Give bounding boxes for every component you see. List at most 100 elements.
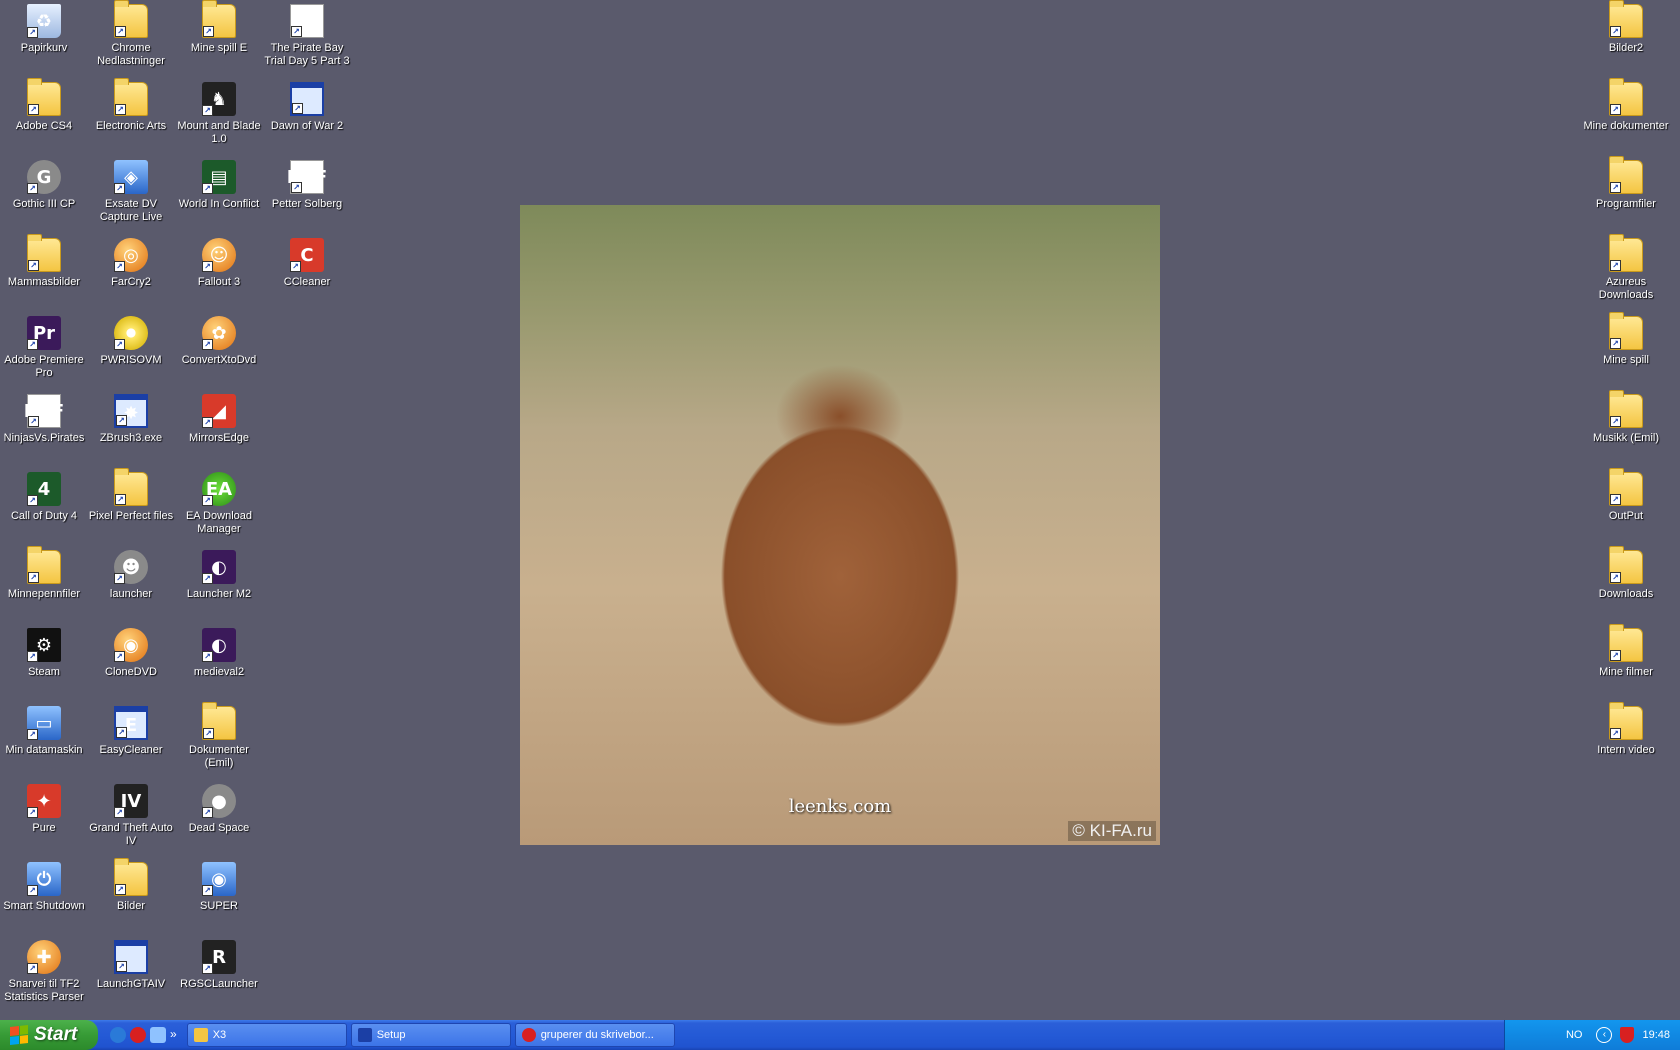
desktop-icon-mine-dokumenter[interactable]: ↗ Mine dokumenter <box>1582 78 1670 154</box>
taskbar-button-x3[interactable]: X3 <box>186 1023 347 1047</box>
desktop-icon-mirrorsedge[interactable]: ◢ ↗ MirrorsEdge <box>175 390 263 466</box>
desktop-icon-convertxtodvd[interactable]: ✿ ↗ ConvertXtoDvd <box>175 312 263 388</box>
taskbar-button-setup[interactable]: Setup <box>350 1023 511 1047</box>
desktop-icon-adobe-premiere-pro[interactable]: Pr ↗ Adobe Premiere Pro <box>0 312 88 388</box>
desktop-icon-dead-space[interactable]: ● ↗ Dead Space <box>175 780 263 856</box>
desktop-icon-label: CCleaner <box>283 276 331 288</box>
desktop-icon-min-datamaskin[interactable]: ▭ ↗ Min datamaskin <box>0 702 88 778</box>
ie-icon[interactable] <box>110 1027 126 1043</box>
adobe-premiere-pro-icon: Pr ↗ <box>27 316 61 350</box>
folder-icon: ↗ <box>1609 390 1643 428</box>
desktop-icon-rgsclauncher[interactable]: R ↗ RGSCLauncher <box>175 936 263 1012</box>
shortcut-arrow-icon: ↗ <box>27 27 38 38</box>
desktop-icon-clonedvd[interactable]: ◉ ↗ CloneDVD <box>87 624 175 700</box>
folder-icon: ↗ <box>1609 624 1643 662</box>
desktop-icon-zbrush3-exe[interactable]: ✸ ↗ ZBrush3.exe <box>87 390 175 466</box>
desktop-icon-launchgtaiv[interactable]: ↗ LaunchGTAIV <box>87 936 175 1012</box>
taskbar: Start » X3 Setup gruperer du skrivebor..… <box>0 1020 1680 1050</box>
desktop-icon-petter-solberg[interactable]: PDF ↗ Petter Solberg <box>263 156 351 232</box>
desktop-icon-label: Mammasbilder <box>7 276 81 288</box>
desktop-icon-dokumenter-emil[interactable]: ↗ Dokumenter (Emil) <box>175 702 263 778</box>
clock[interactable]: 19:48 <box>1642 1029 1670 1041</box>
desktop-icon-mammasbilder[interactable]: ↗ Mammasbilder <box>0 234 88 310</box>
start-button[interactable]: Start <box>0 1020 98 1050</box>
desktop-icon-grand-theft-auto-iv[interactable]: IV ↗ Grand Theft Auto IV <box>87 780 175 856</box>
desktop-icon-label: Mine spill E <box>190 42 248 54</box>
desktop-icon-chrome-nedlastninger[interactable]: ↗ Chrome Nedlastninger <box>87 0 175 76</box>
show-desktop-icon[interactable] <box>150 1027 166 1043</box>
windows-logo-icon <box>10 1025 28 1045</box>
clonedvd-icon: ◉ ↗ <box>114 628 148 662</box>
dead-space-icon: ● ↗ <box>202 784 236 818</box>
desktop-icon-super[interactable]: ◉ ↗ SUPER <box>175 858 263 934</box>
desktop-icon-label: Downloads <box>1598 588 1654 600</box>
desktop-icon-label: Grand Theft Auto IV <box>89 822 173 847</box>
desktop: ♻ ↗ Papirkurv ↗ Adobe CS4 G ↗ Gothic III CP ↗ Mam… <box>0 0 1680 1020</box>
folder-icon: ↗ <box>27 78 61 116</box>
desktop-icon-minnepennfiler[interactable]: ↗ Minnepennfiler <box>0 546 88 622</box>
desktop-icon-pure[interactable]: ✦ ↗ Pure <box>0 780 88 856</box>
wallpaper-site-text: leenks.com <box>788 796 892 817</box>
desktop-icon-mine-spill-e[interactable]: ↗ Mine spill E <box>175 0 263 76</box>
taskbar-button-opera[interactable]: gruperer du skrivebor... <box>514 1023 675 1047</box>
desktop-icon-farcry2[interactable]: ◎ ↗ FarCry2 <box>87 234 175 310</box>
desktop-icon-ea-download-manager[interactable]: EA ↗ EA Download Manager <box>175 468 263 544</box>
shortcut-arrow-icon: ↗ <box>27 495 38 506</box>
desktop-icon-mount-and-blade-1-0[interactable]: ♞ ↗ Mount and Blade 1.0 <box>175 78 263 154</box>
desktop-icon-output[interactable]: ↗ OutPut <box>1582 468 1670 544</box>
desktop-icon-fallout-3[interactable]: ☺ ↗ Fallout 3 <box>175 234 263 310</box>
desktop-icon-world-in-conflict[interactable]: ▤ ↗ World In Conflict <box>175 156 263 232</box>
opera-icon[interactable] <box>130 1027 146 1043</box>
desktop-icon-mine-spill[interactable]: ↗ Mine spill <box>1582 312 1670 388</box>
desktop-icon-ninjasvs-pirates[interactable]: PDF ↗ NinjasVs.Pirates <box>0 390 88 466</box>
desktop-icon-electronic-arts[interactable]: ↗ Electronic Arts <box>87 78 175 154</box>
desktop-icon-easycleaner[interactable]: E ↗ EasyCleaner <box>87 702 175 778</box>
desktop-icon-smart-shutdown[interactable]: ⏻ ↗ Smart Shutdown <box>0 858 88 934</box>
desktop-icon-exsate-dv-capture-live[interactable]: ◈ ↗ Exsate DV Capture Live <box>87 156 175 232</box>
security-shield-icon[interactable] <box>1620 1027 1635 1043</box>
desktop-icon-azureus-downloads[interactable]: ↗ Azureus Downloads <box>1582 234 1670 310</box>
shortcut-arrow-icon: ↗ <box>115 104 126 115</box>
wallpaper-copyright: © KI-FA.ru <box>1068 821 1156 841</box>
desktop-icon-launcher-m2[interactable]: ◐ ↗ Launcher M2 <box>175 546 263 622</box>
smart-shutdown-icon: ⏻ ↗ <box>27 862 61 896</box>
desktop-icon-launcher[interactable]: ☻ ↗ launcher <box>87 546 175 622</box>
desktop-icon-bilder2[interactable]: ↗ Bilder2 <box>1582 0 1670 76</box>
shortcut-arrow-icon: ↗ <box>27 885 38 896</box>
folder-icon: ↗ <box>1609 78 1643 116</box>
desktop-icon-snarvei-til-tf2-statistics-parser[interactable]: ✚ ↗ Snarvei til TF2 Statistics Parser <box>0 936 88 1012</box>
shortcut-arrow-icon: ↗ <box>114 339 125 350</box>
desktop-icon-label: Mine dokumenter <box>1583 120 1669 132</box>
desktop-icon-pixel-perfect-files[interactable]: ↗ Pixel Perfect files <box>87 468 175 544</box>
chevron-left-icon[interactable]: ‹ <box>1596 1027 1613 1043</box>
desktop-icon-label: LaunchGTAIV <box>96 978 166 990</box>
folder-icon: ↗ <box>1609 234 1643 272</box>
shortcut-arrow-icon: ↗ <box>1610 572 1621 583</box>
quick-launch-more[interactable]: » <box>170 1027 177 1043</box>
desktop-icon-gothic-iii-cp[interactable]: G ↗ Gothic III CP <box>0 156 88 232</box>
desktop-icon-label: Programfiler <box>1596 198 1656 210</box>
desktop-icon-label: launcher <box>109 588 153 600</box>
desktop-icon-intern-video[interactable]: ↗ Intern video <box>1582 702 1670 778</box>
desktop-icon-medieval2[interactable]: ◐ ↗ medieval2 <box>175 624 263 700</box>
desktop-icon-papirkurv[interactable]: ♻ ↗ Papirkurv <box>0 0 88 76</box>
desktop-icon-pwrisovm[interactable]: ↗ PWRISOVM <box>87 312 175 388</box>
task-label: Setup <box>376 1029 406 1041</box>
desktop-icon-downloads[interactable]: ↗ Downloads <box>1582 546 1670 622</box>
desktop-icon-bilder[interactable]: ↗ Bilder <box>87 858 175 934</box>
desktop-icon-programfiler[interactable]: ↗ Programfiler <box>1582 156 1670 232</box>
language-indicator[interactable]: NO <box>1566 1029 1583 1041</box>
desktop-icon-ccleaner[interactable]: C ↗ CCleaner <box>263 234 351 310</box>
steam-icon: ⚙ ↗ <box>27 628 61 662</box>
desktop-icon-the-pirate-bay-trial-day-5-part-3[interactable]: ♪ ↗ The Pirate Bay Trial Day 5 Part 3 <box>263 0 351 76</box>
folder-icon: ↗ <box>1609 702 1643 740</box>
desktop-icon-adobe-cs4[interactable]: ↗ Adobe CS4 <box>0 78 88 154</box>
petter-solberg-icon: PDF ↗ <box>287 160 327 194</box>
shortcut-arrow-icon: ↗ <box>27 183 38 194</box>
desktop-icon-call-of-duty-4[interactable]: 4 ↗ Call of Duty 4 <box>0 468 88 544</box>
desktop-icon-steam[interactable]: ⚙ ↗ Steam <box>0 624 88 700</box>
desktop-icon-dawn-of-war-2[interactable]: ↗ Dawn of War 2 <box>263 78 351 154</box>
desktop-icon-mine-filmer[interactable]: ↗ Mine filmer <box>1582 624 1670 700</box>
dawn-of-war-2-icon: ↗ <box>290 82 324 116</box>
desktop-icon-musikk-emil[interactable]: ↗ Musikk (Emil) <box>1582 390 1670 466</box>
